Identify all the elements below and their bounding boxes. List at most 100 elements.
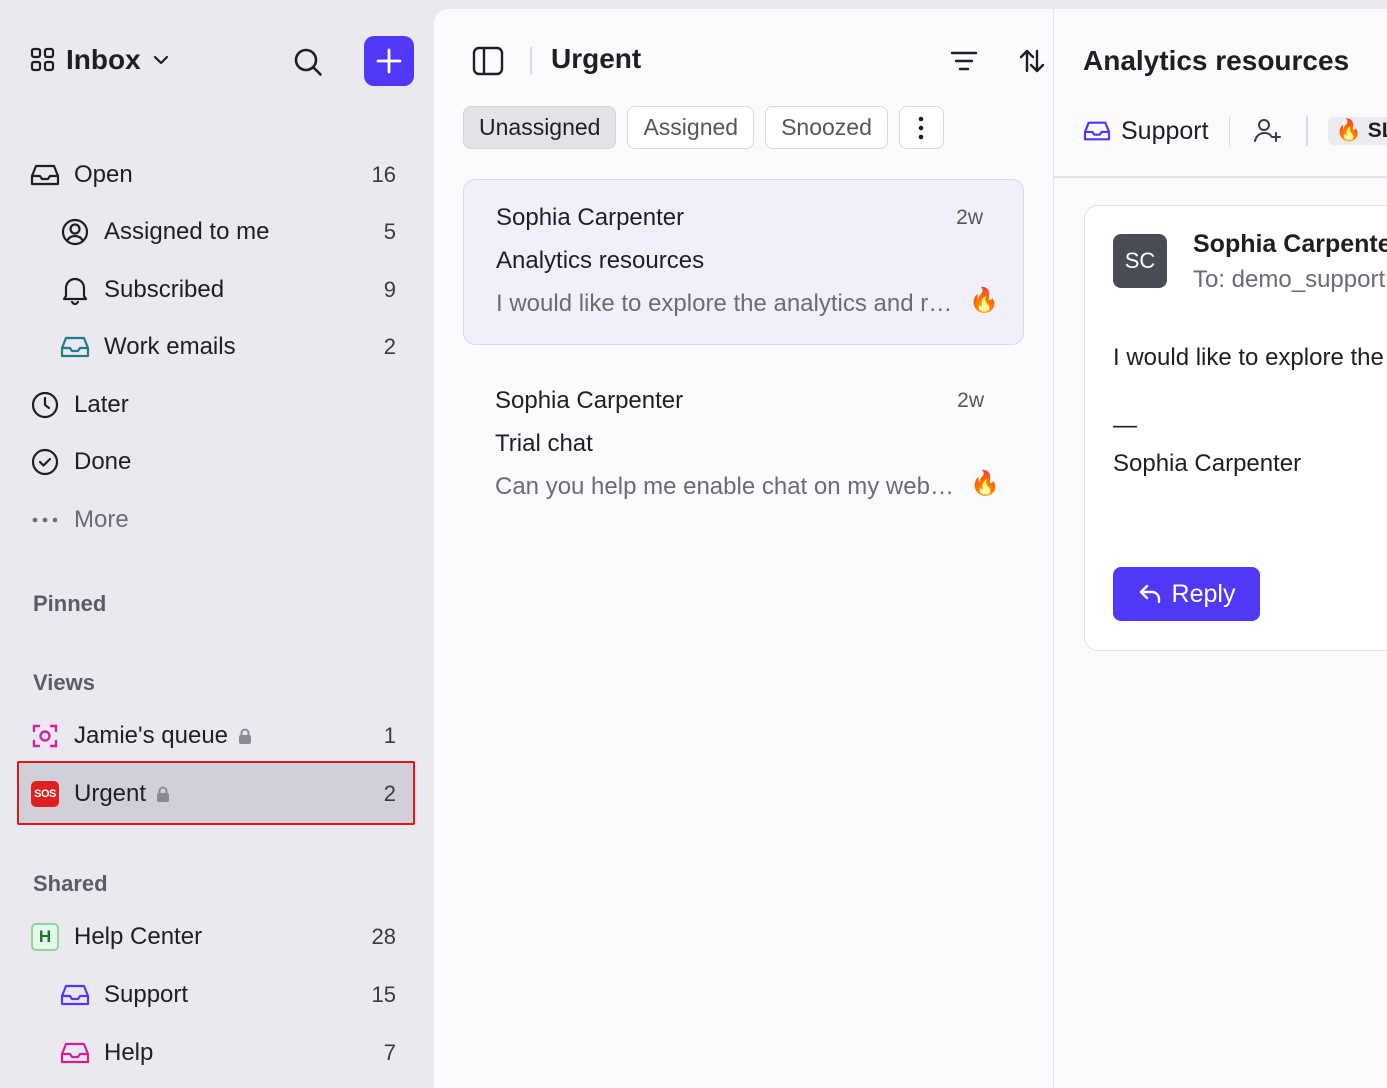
tab-unassigned[interactable]: Unassigned <box>463 106 617 149</box>
assign-user-button[interactable] <box>1250 113 1286 149</box>
detail-divider <box>1054 176 1387 178</box>
views-section-title: Views <box>33 670 95 695</box>
inbox-tray-icon <box>60 332 90 362</box>
list-title: Urgent <box>551 43 642 74</box>
reply-label: Reply <box>1171 579 1236 608</box>
conversation-title: Analytics resources <box>1083 45 1350 76</box>
conversation-detail-panel: Analytics resources Support 🔥 SLA SC Sop… <box>1054 9 1387 1088</box>
conversation-item[interactable]: Sophia Carpenter 2w Analytics resources … <box>463 179 1024 345</box>
sidebar: Inbox Open 16 Assigned to me 5 Subscribe… <box>0 0 434 1088</box>
inbox-tray-icon <box>60 980 90 1010</box>
team-label: Support <box>1121 116 1209 145</box>
sort-button[interactable] <box>1012 43 1052 79</box>
list-tabs: Unassigned Assigned Snoozed <box>463 106 944 149</box>
sidebar-shared-support[interactable]: Support 15 <box>60 971 396 1019</box>
conversation-sender: Sophia Carpenter <box>495 387 684 414</box>
reply-arrow-icon <box>1138 583 1162 605</box>
sidebar-item-count: 16 <box>371 162 396 187</box>
sla-label: SLA <box>1367 119 1387 142</box>
signature-separator: — <box>1113 412 1137 439</box>
inbox-switcher[interactable]: Inbox <box>30 44 171 76</box>
sidebar-item-label: Help Center <box>74 923 203 950</box>
new-conversation-button[interactable] <box>364 36 414 86</box>
tab-assigned[interactable]: Assigned <box>627 106 755 149</box>
fire-icon: 🔥 <box>970 470 1000 497</box>
inbox-tray-icon <box>1083 119 1111 143</box>
chevron-down-icon <box>151 50 171 70</box>
sidebar-item-assigned-to-me[interactable]: Assigned to me 5 <box>60 208 396 256</box>
sidebar-item-work-emails[interactable]: Work emails 2 <box>60 323 396 371</box>
shared-section-title: Shared <box>33 871 108 896</box>
sidebar-item-label: Jamie's queue <box>74 722 229 749</box>
check-circle-icon <box>30 447 60 477</box>
lock-icon <box>154 785 172 803</box>
sla-badge[interactable]: 🔥 SLA <box>1327 117 1387 145</box>
help-center-icon: H <box>30 922 60 952</box>
sidebar-item-count: 28 <box>371 924 396 949</box>
sidebar-item-label: More <box>74 506 129 533</box>
sidebar-item-count: 5 <box>383 219 396 244</box>
plus-icon <box>375 47 403 75</box>
search-button[interactable] <box>288 42 328 82</box>
conversation-subject: Analytics resources <box>496 247 705 274</box>
clock-icon <box>30 390 60 420</box>
user-plus-icon <box>1253 117 1283 145</box>
sidebar-item-more[interactable]: More <box>30 496 396 544</box>
message-sender: Sophia Carpenter <box>1193 230 1387 258</box>
conversation-subject: Trial chat <box>495 430 593 457</box>
message-card: SC Sophia Carpenter To: demo_support@exa… <box>1084 205 1387 651</box>
h-badge: H <box>31 923 59 951</box>
sidebar-item-later[interactable]: Later <box>30 381 396 429</box>
tabs-more-button[interactable] <box>898 106 944 149</box>
sort-arrows-icon <box>1018 47 1046 75</box>
inbox-tray-icon <box>60 1038 90 1068</box>
lock-icon <box>236 727 254 745</box>
sos-badge: SOS <box>31 781 59 807</box>
fire-icon: 🔥 <box>969 287 999 314</box>
sidebar-item-done[interactable]: Done <box>30 438 396 486</box>
reply-button[interactable]: Reply <box>1113 567 1260 621</box>
filter-button[interactable] <box>944 43 984 79</box>
message-body: I would like to explore the analytics an… <box>1113 344 1387 371</box>
sidebar-shared-help[interactable]: Help 7 <box>60 1029 396 1077</box>
sidebar-item-label: Done <box>74 448 132 475</box>
sidebar-item-label: Later <box>74 391 129 418</box>
sidebar-item-label: Help <box>104 1039 154 1066</box>
sidebar-item-count: 7 <box>383 1040 396 1065</box>
bell-icon <box>60 275 90 305</box>
conversation-item[interactable]: Sophia Carpenter 2w Trial chat Can you h… <box>463 363 1024 529</box>
grid-icon <box>30 47 56 73</box>
message-signature: Sophia Carpenter <box>1113 450 1302 477</box>
sidebar-item-label: Assigned to me <box>104 218 270 245</box>
sidebar-item-label: Subscribed <box>104 276 225 303</box>
more-dots-icon <box>30 505 60 535</box>
tab-snoozed[interactable]: Snoozed <box>765 106 888 149</box>
conversation-time: 2w <box>956 206 983 229</box>
toggle-sidebar-button[interactable] <box>470 43 506 79</box>
avatar: SC <box>1113 234 1167 288</box>
sidebar-item-open[interactable]: Open 16 <box>30 151 396 199</box>
conversation-time: 2w <box>957 389 984 412</box>
sidebar-item-count: 9 <box>383 277 396 302</box>
sidebar-header: Inbox <box>30 36 414 86</box>
search-icon <box>292 46 324 78</box>
filter-icon <box>950 50 978 72</box>
list-header: Urgent <box>470 41 1045 81</box>
conversation-preview: I would like to explore the analytics an… <box>496 290 958 317</box>
toolbar-divider <box>1228 116 1231 146</box>
sidebar-view-jamies-queue[interactable]: Jamie's queue 1 <box>30 712 396 760</box>
user-circle-icon <box>60 217 90 247</box>
sidebar-item-label: Support <box>104 981 189 1008</box>
focus-icon <box>30 721 60 751</box>
toolbar-divider <box>1306 116 1308 146</box>
conversation-list-panel: Urgent Unassigned Assigned Snoozed Sophi… <box>434 9 1054 1088</box>
conversation-preview: Can you help me enable chat on my websit… <box>495 473 957 500</box>
conversation-sender: Sophia Carpenter <box>496 204 685 231</box>
pinned-section-title: Pinned <box>33 591 107 616</box>
sidebar-view-urgent[interactable]: SOS Urgent 2 <box>30 770 396 818</box>
sidebar-item-count: 2 <box>383 334 396 359</box>
sidebar-shared-help-center[interactable]: H Help Center 28 <box>30 913 396 961</box>
team-selector[interactable]: Support <box>1083 117 1209 146</box>
header-divider <box>530 47 532 75</box>
sidebar-item-subscribed[interactable]: Subscribed 9 <box>60 266 396 314</box>
